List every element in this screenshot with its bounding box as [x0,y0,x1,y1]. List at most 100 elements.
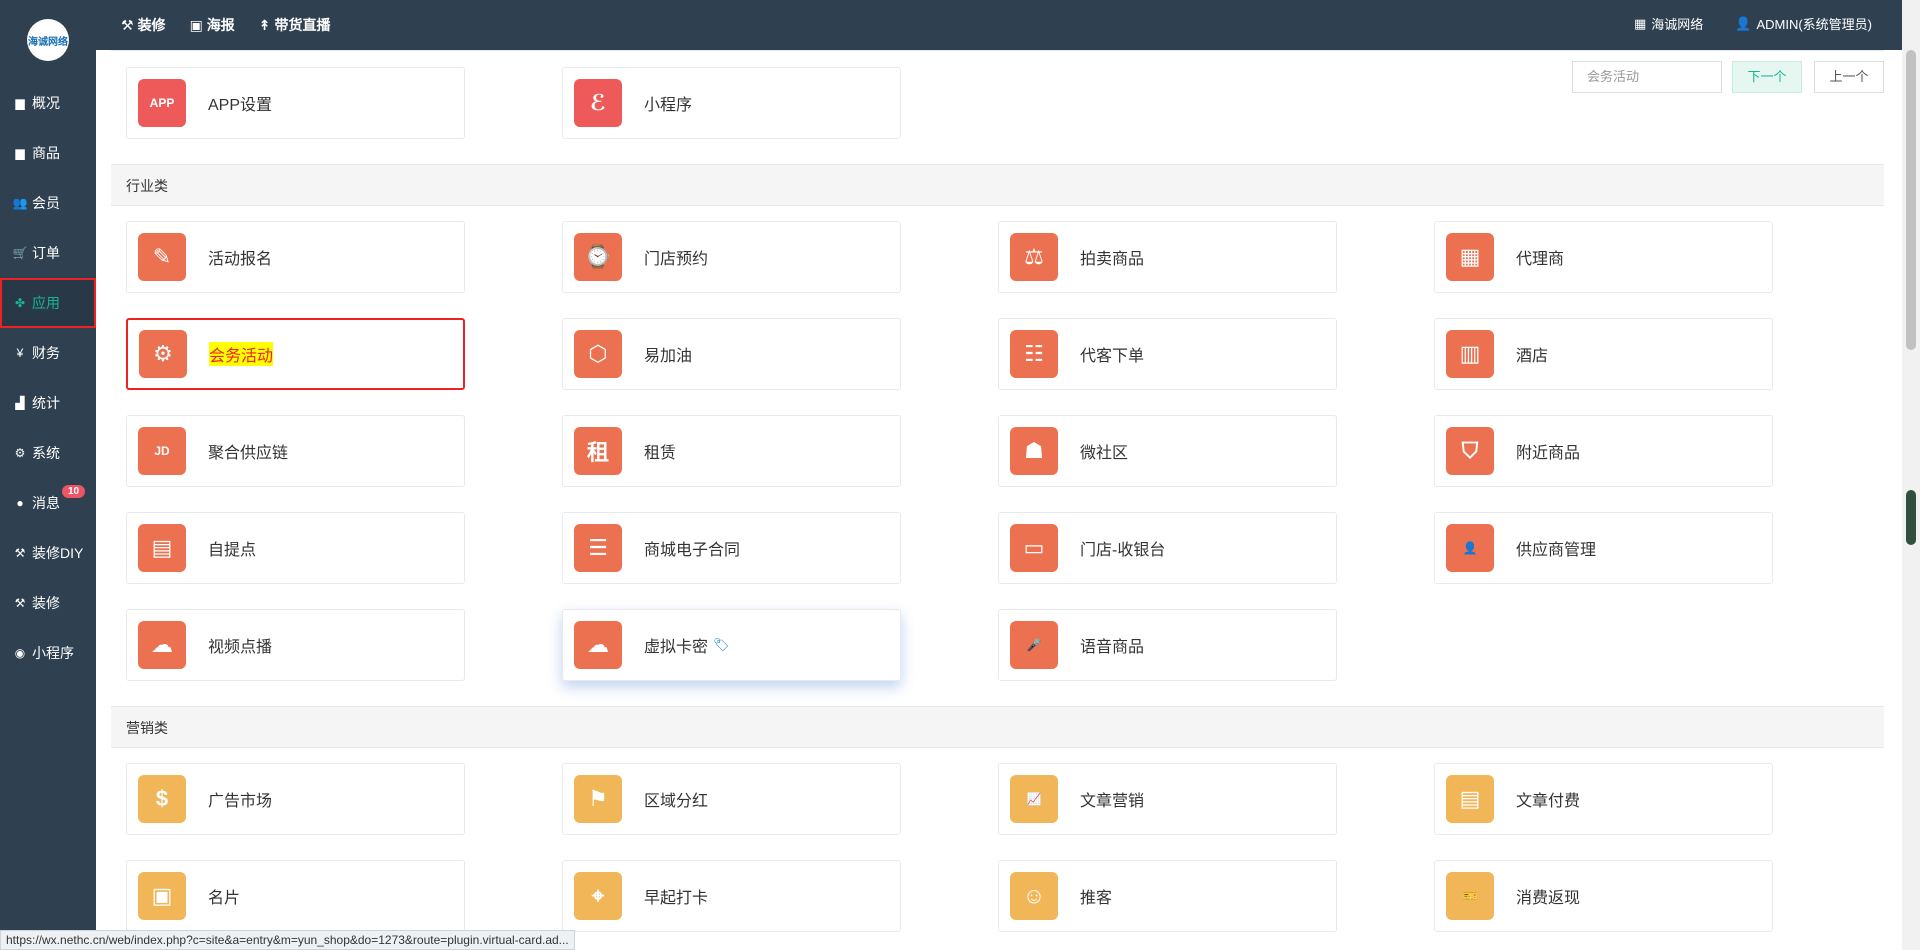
app-card[interactable]: ☺ 推客 [998,860,1337,932]
section-title: 行业类 [111,164,1884,206]
sidebar-item-6[interactable]: ▟ 统计 [0,378,96,428]
sidebar-item-5[interactable]: ¥ 财务 [0,328,96,378]
logo[interactable]: 海诚网络 [27,19,69,61]
image-icon: ▣ [189,16,203,33]
app-card-name: 代客下单 [1080,348,1145,365]
sidebar-item-10[interactable]: ⚒ 装修 [0,578,96,628]
miniprogram-icon: ℰ [574,79,622,127]
app-card[interactable]: ✎ 活动报名 [126,221,465,293]
app-card[interactable]: ☰ 商城电子合同 [562,512,901,584]
company-link[interactable]: ▦ 海诚网络 [1634,14,1703,33]
mic-icon: 🎤 [1010,621,1058,669]
app-card-name: 早起打卡 [644,890,709,907]
rent-icon: 租 [574,427,622,475]
wechat-icon: ◉ [14,646,26,660]
app-card-grid: ✎ 活动报名 ⌚ 门店预约 ⚖ 拍卖商品 ▦ 代理商 ⚙ 会务活动 ⬡ 易加油 ☷ 代客下单 ▥ 酒店 JD 聚合… [111,206,1884,706]
sidebar-item-2[interactable]: 👥 会员 [0,178,96,228]
order-person-icon: ☷ [1010,330,1058,378]
app-card-name: 门店-收银台 [1080,542,1166,559]
sidebar-item-1[interactable]: ▆ 商品 [0,128,96,178]
app-card[interactable]: ☁ 虚拟卡密 🏷 [562,609,901,681]
app-card[interactable]: ⌚ 门店预约 [562,221,901,293]
card-icon: ▣ [138,872,186,920]
pin-icon: ↟ [258,16,271,33]
sidebar-item-8[interactable]: ● 消息 10 [0,478,96,528]
top-link-decorate[interactable]: ⚒ 装修 [121,15,166,35]
user-icon: 👤 [1735,15,1752,31]
sidebar-item-11[interactable]: ◉ 小程序 [0,628,96,678]
app-card[interactable]: APP APP设置 [126,67,465,139]
app-card[interactable]: ⛉ 附近商品 [1434,415,1773,487]
app-card-name: 文章营销 [1080,793,1145,810]
app-card[interactable]: ▭ 门店-收银台 [998,512,1337,584]
app-card[interactable]: 🎫 消费返现 [1434,860,1773,932]
app-card-name: 消费返现 [1516,890,1581,907]
sidebar-item-3[interactable]: 🛒 订单 [0,228,96,278]
sidebar: 海诚网络 ▆ 概况 ▆ 商品 👥 会员 🛒 订单 ✤ 应用 ¥ 财务 ▟ 统计 ⚙ 系统 ● 消息 10 ⚒ 装修DIY… [0,0,96,950]
ticket-icon: 🎫 [1446,872,1494,920]
app-card[interactable]: ▤ 自提点 [126,512,465,584]
app-card-name: 易加油 [644,348,693,365]
box-icon: ▆ [15,146,25,160]
app-card-name: 会务活动 [209,342,274,366]
chat-icon: ● [16,496,24,510]
app-card[interactable]: ℰ 小程序 [562,67,901,139]
store-clock-icon: ⌚ [574,233,622,281]
app-card-name: 自提点 [208,542,257,559]
app-card[interactable]: JD 聚合供应链 [126,415,465,487]
app-card-name: 酒店 [1516,348,1549,365]
app-card[interactable]: 👤 供应商管理 [1434,512,1773,584]
app-card[interactable]: ☁ 视频点播 [126,609,465,681]
app-card[interactable]: ⚑ 区域分红 [562,763,901,835]
app-card[interactable]: 🎤 语音商品 [998,609,1337,681]
app-card-name: 拍卖商品 [1080,251,1145,268]
app-card[interactable]: ▤ 文章付费 [1434,763,1773,835]
app-card-name: 聚合供应链 [208,445,289,462]
cloud-play-icon: ☁ [574,621,622,669]
sidebar-item-label: 订单 [32,245,60,261]
prev-button[interactable]: 上一个 [1814,61,1884,93]
section-title: 营销类 [111,706,1884,748]
sidebar-item-9[interactable]: ⚒ 装修DIY [0,528,96,578]
app-card[interactable]: ⌖ 早起打卡 [562,860,901,932]
sidebar-item-0[interactable]: ▆ 概况 [0,78,96,128]
app-card[interactable]: 租 租赁 [562,415,901,487]
app-card-name: 门店预约 [644,251,709,268]
grid-icon: ▦ [1633,15,1647,31]
app-card-name: 附近商品 [1516,445,1581,462]
next-button[interactable]: 下一个 [1732,61,1802,93]
user-menu[interactable]: 👤 ADMIN(系统管理员) [1735,14,1872,33]
sidebar-item-4[interactable]: ✤ 应用 [0,278,96,328]
app-card[interactable]: ▥ 酒店 [1434,318,1773,390]
top-link-live[interactable]: ↟ 带货直播 [259,15,331,35]
app-card-name: 区域分红 [644,793,709,810]
location-icon: ⌖ [574,872,622,920]
app-card[interactable]: ⚖ 拍卖商品 [998,221,1337,293]
sidebar-item-7[interactable]: ⚙ 系统 [0,428,96,478]
app-card-name: 商城电子合同 [644,542,741,559]
auction-icon: ⚖ [1010,233,1058,281]
cloud-play-icon: ☁ [138,621,186,669]
app-card[interactable]: $ 广告市场 [126,763,465,835]
app-card[interactable]: ☷ 代客下单 [998,318,1337,390]
nearby-icon: ⛉ [1446,427,1494,475]
app-card[interactable]: ⬡ 易加油 [562,318,901,390]
scrollbar-thumb[interactable] [1906,50,1916,350]
scrollbar[interactable] [1902,0,1920,950]
app-card[interactable]: 📈 文章营销 [998,763,1337,835]
app-card-name: 文章付费 [1516,793,1581,810]
app-card[interactable]: ▦ 代理商 [1434,221,1773,293]
app-card[interactable]: ▣ 名片 [126,860,465,932]
sidebar-item-label: 装修DIY [32,545,84,561]
search-input[interactable]: 会务活动 [1572,61,1722,93]
jd-icon: JD [138,427,186,475]
apps-icon: ✤ [14,296,26,310]
top-link-poster[interactable]: ▣ 海报 [190,15,235,35]
app-card[interactable]: ⚙ 会务活动 [126,318,465,390]
logo-text: 海诚网络 [28,36,68,48]
sidebar-item-label: 概况 [32,95,60,111]
app-card[interactable]: ☗ 微社区 [998,415,1337,487]
sidebar-item-label: 系统 [32,445,60,461]
gear-icon: ⚙ [139,330,187,378]
flag-icon: ⚑ [574,775,622,823]
